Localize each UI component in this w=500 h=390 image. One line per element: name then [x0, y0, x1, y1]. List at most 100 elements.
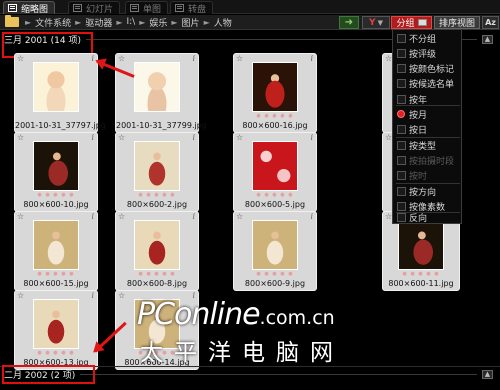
thumbnail-card[interactable]: ☆ i ● ● ● ● ● 800×600-8.jpg — [115, 211, 199, 291]
info-icon[interactable]: i — [91, 212, 94, 221]
menu-item[interactable]: 按颜色标记 — [393, 62, 461, 75]
star-icon[interactable]: ☆ — [236, 212, 243, 221]
radio-selected-icon — [397, 110, 406, 119]
breadcrumb-item[interactable]: I:\ — [123, 17, 140, 27]
menu-item-label: 按颜色标记 — [409, 65, 455, 75]
breadcrumb-item[interactable]: 图片 — [178, 16, 204, 29]
menu-item[interactable]: 按类型 — [393, 139, 461, 152]
breadcrumb-item[interactable]: 文件系统 — [31, 16, 75, 29]
info-icon[interactable]: i — [310, 133, 313, 142]
thumbnail-filename: 2001-10-31_37797.jpg — [15, 121, 106, 130]
menu-item[interactable]: 按月 — [393, 108, 461, 121]
info-icon[interactable]: i — [192, 54, 195, 63]
breadcrumb-item[interactable]: 娱乐 — [145, 16, 171, 29]
thumbnail-image — [252, 220, 298, 270]
star-icon[interactable]: ☆ — [17, 133, 24, 142]
menu-item-label: 按拍摄时段 — [409, 157, 455, 167]
tab-slideshow[interactable]: 幻灯片 — [68, 1, 121, 15]
breadcrumb: ► 文件系统 ► 驱动器 ► I:\ ► 娱乐 ► 图片 ► 人物 — [25, 16, 236, 29]
rating-dots: ● ● ● ● ● — [256, 192, 294, 198]
star-icon[interactable]: ☆ — [17, 291, 24, 300]
menu-item-label: 按方向 — [409, 188, 437, 198]
thumbnail-image — [33, 141, 79, 191]
filter-button[interactable]: Y ▼ — [362, 16, 390, 29]
collapse-icon[interactable]: ▲ — [482, 35, 493, 44]
thumbnail-image — [33, 220, 79, 270]
filter-label: Y — [369, 17, 376, 28]
menu-item[interactable]: 不分组 — [393, 32, 461, 45]
tab-single[interactable]: 单图 — [125, 1, 169, 15]
thumbnail-card[interactable]: ☆ i ● ● ● ● ● 800×600-15.jpg — [14, 211, 98, 291]
thumbnail-card[interactable]: ☆ i ● ● ● ● ● 800×600-10.jpg — [14, 132, 98, 212]
thumbnails-icon — [8, 4, 17, 12]
checkbox-icon — [397, 64, 406, 73]
info-icon[interactable]: i — [310, 212, 313, 221]
checkbox-icon — [397, 95, 406, 104]
checkbox-icon — [397, 156, 406, 165]
breadcrumb-item[interactable]: 驱动器 — [81, 16, 116, 29]
sort-label: 排序视图 — [438, 19, 475, 29]
view-tabs: 缩略图 幻灯片 单图 转盘 — [0, 0, 500, 15]
thumbnail-filename: 800×600-9.jpg — [244, 279, 306, 288]
thumbnail-card[interactable]: ☆ i ● ● ● ● ● 800×600-2.jpg — [115, 132, 199, 212]
menu-item-label: 按评级 — [409, 50, 437, 60]
thumbnail-filename: 800×600-2.jpg — [126, 200, 188, 209]
menu-item-label: 按类型 — [409, 142, 437, 152]
thumbnail-card[interactable]: ☆ i ● ● ● ● ● 800×600-13.jpg — [14, 290, 98, 370]
go-button[interactable]: ➜ — [339, 16, 359, 29]
star-icon[interactable]: ☆ — [118, 291, 125, 300]
thumbnail-filename: 800×600-15.jpg — [23, 279, 89, 288]
menu-item[interactable]: 按评级 — [393, 47, 461, 60]
info-icon[interactable]: i — [91, 133, 94, 142]
thumbnail-filename: 800×600-10.jpg — [23, 200, 89, 209]
sort-az-button[interactable]: Az — [482, 16, 499, 29]
star-icon[interactable]: ☆ — [236, 133, 243, 142]
thumbnail-card[interactable]: ☆ i 2001-10-31_37799.jpg — [115, 53, 207, 133]
tab-carousel[interactable]: 转盘 — [170, 1, 214, 15]
thumbnail-card[interactable]: ☆ i 2001-10-31_37797.jpg — [14, 53, 106, 133]
star-icon[interactable]: ☆ — [17, 212, 24, 221]
checkbox-icon — [397, 213, 406, 222]
thumbnail-image — [252, 141, 298, 191]
rating-dots: ● ● ● ● ● — [402, 271, 440, 277]
menu-separator — [396, 137, 460, 138]
tab-thumbnails[interactable]: 缩略图 — [3, 1, 56, 15]
star-icon[interactable]: ☆ — [118, 54, 125, 63]
view-mode-icon — [417, 19, 427, 26]
menu-item-label: 按月 — [409, 111, 428, 121]
thumbnail-image — [33, 62, 79, 112]
menu-item[interactable]: 按方向 — [393, 185, 461, 198]
menu-separator — [396, 105, 460, 106]
menu-item-label: 按日 — [409, 126, 428, 136]
info-icon[interactable]: i — [192, 212, 195, 221]
info-icon[interactable]: i — [192, 133, 195, 142]
rating-dots: ● ● ● ● ● — [138, 271, 176, 277]
collapse-icon[interactable]: ▲ — [482, 370, 493, 379]
rating-dots: ● ● ● ● ● — [138, 192, 176, 198]
highlight-box — [2, 365, 95, 384]
thumbnail-filename: 800×600-16.jpg — [242, 121, 308, 130]
info-icon[interactable]: i — [310, 54, 313, 63]
group-button[interactable]: 分组 — [391, 16, 432, 29]
checkbox-icon — [397, 79, 406, 88]
thumbnail-card[interactable]: ☆ i ● ● ● ● ● 800×600-9.jpg — [233, 211, 317, 291]
folder-icon — [5, 15, 19, 27]
sort-view-button[interactable]: 排序视图 — [434, 16, 480, 29]
thumbnail-card[interactable]: ☆ i ● ● ● ● ● 800×600-16.jpg — [233, 53, 317, 133]
radio-dot-icon — [397, 110, 405, 118]
tab-label: 缩略图 — [21, 4, 49, 15]
star-icon[interactable]: ☆ — [17, 54, 24, 63]
rating-dots: ● ● ● ● ● — [37, 192, 75, 198]
star-icon[interactable]: ☆ — [236, 54, 243, 63]
menu-item[interactable]: 按候选名单 — [393, 77, 461, 90]
star-icon[interactable]: ☆ — [118, 212, 125, 221]
breadcrumb-item[interactable]: 人物 — [210, 16, 236, 29]
checkbox-icon — [397, 125, 406, 134]
checkbox-icon — [397, 171, 406, 180]
menu-separator — [396, 183, 460, 184]
watermark-brand: PConline.com.cn — [137, 297, 335, 332]
thumbnail-card[interactable]: ☆ i ● ● ● ● ● 800×600-5.jpg — [233, 132, 317, 212]
menu-item[interactable]: 按日 — [393, 123, 461, 136]
star-icon[interactable]: ☆ — [118, 133, 125, 142]
info-icon[interactable]: i — [91, 291, 94, 300]
